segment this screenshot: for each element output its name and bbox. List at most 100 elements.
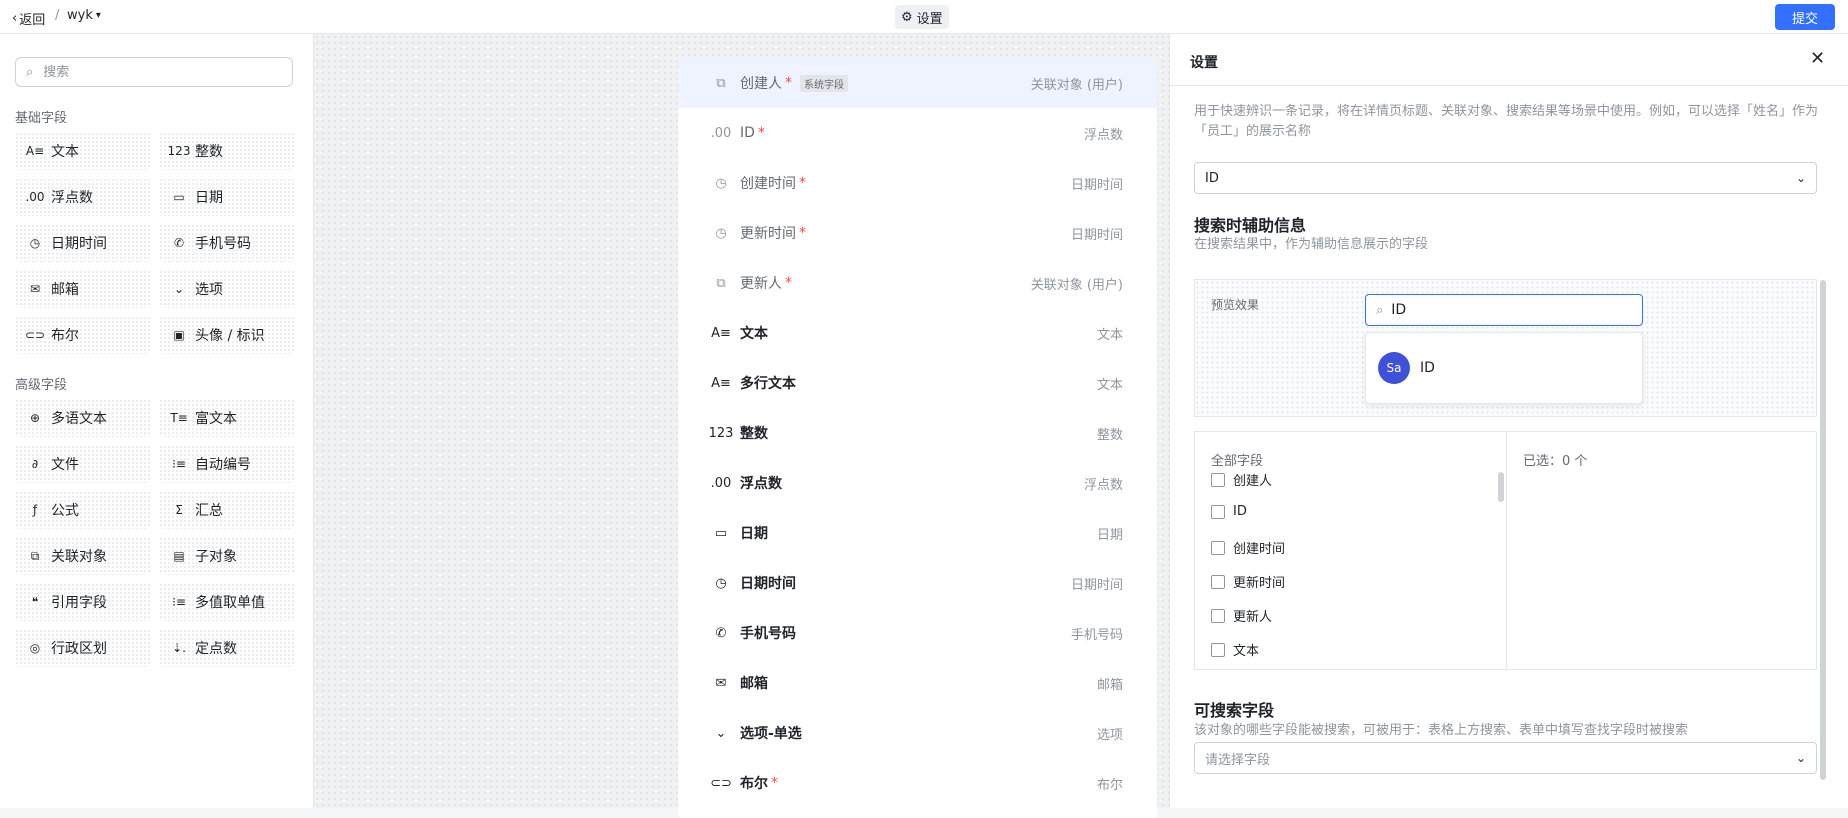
palette-item-label: 多值取单值	[195, 595, 265, 611]
breadcrumb-separator: /	[55, 8, 60, 23]
required-marker: *	[785, 275, 792, 291]
palette-item-label: 文本	[51, 144, 79, 160]
checkbox[interactable]	[1211, 540, 1225, 555]
tab-settings[interactable]: ⚙ 设置	[895, 5, 949, 29]
form-field-row[interactable]: ⊂⊃ 布尔 * 布尔	[678, 758, 1157, 808]
form-field-type: 浮点数	[1083, 477, 1123, 493]
form-field-row[interactable]: .00 浮点数 浮点数	[678, 458, 1157, 508]
form-field-row[interactable]: ⌄ 选项-单选 选项	[678, 708, 1157, 758]
form-field-name: 创建人	[740, 76, 782, 92]
form-field-type: 关联对象 (用户)	[1030, 77, 1123, 93]
link-object-icon: ⧉	[30, 548, 40, 563]
palette-item-label: 子对象	[195, 549, 237, 565]
text-icon: A≡	[25, 144, 45, 158]
palette-item[interactable]: ƒ 公式	[15, 491, 151, 529]
palette-item[interactable]: ⊂⊃ 布尔	[15, 316, 151, 354]
checkbox[interactable]	[1211, 504, 1225, 519]
form-field-row[interactable]: ✆ 手机号码 手机号码	[678, 608, 1157, 658]
palette-item[interactable]: ✉ 邮箱	[15, 270, 151, 308]
palette-item[interactable]: ▤ 子对象	[159, 537, 295, 575]
palette-item[interactable]: T≡ 富文本	[159, 399, 295, 437]
clock-icon: ◷	[715, 175, 727, 191]
palette-item[interactable]: ⌄ 选项	[159, 270, 295, 308]
avatar: Sa	[1378, 352, 1410, 384]
all-fields-label: 全部字段	[1211, 454, 1264, 469]
form-field-row[interactable]: ✉ 邮箱 邮箱	[678, 658, 1157, 708]
form-field-type: 手机号码	[1070, 627, 1123, 643]
form-field-row[interactable]: A≡ 多行文本 文本	[678, 358, 1157, 408]
form-field-row[interactable]: ⧉ 创建人 * 系统字段 关联对象 (用户)	[678, 58, 1157, 108]
palette-item[interactable]: ⧉ 关联对象	[15, 537, 151, 575]
palette-item[interactable]: ▭ 日期	[159, 178, 295, 216]
checkbox[interactable]	[1211, 472, 1225, 487]
field-checkbox-row[interactable]: ID	[1211, 504, 1247, 519]
checkbox[interactable]	[1211, 574, 1225, 589]
formula-icon: ƒ	[32, 503, 38, 517]
form-field-type: 整数	[1096, 427, 1123, 443]
palette-item-label: 定点数	[195, 641, 237, 657]
preview-result-item: Sa ID	[1365, 332, 1643, 404]
app-switcher[interactable]: wyk ▾	[67, 8, 101, 23]
form-field-type: 日期时间	[1070, 577, 1123, 593]
palette-item-label: 汇总	[195, 503, 223, 519]
back-label: 返回	[19, 13, 46, 28]
float-icon: .00	[25, 190, 45, 204]
form-field-row[interactable]: .00 ID * 浮点数	[678, 108, 1157, 158]
display-name-select[interactable]: ID ⌄	[1194, 162, 1817, 194]
required-marker: *	[799, 175, 806, 191]
field-transfer: 全部字段 创建人 ID 创建时间 更新时间 更新人 文本 已选：0 个	[1194, 431, 1817, 670]
form-field-row[interactable]: ◷ 日期时间 日期时间	[678, 558, 1157, 608]
back-link[interactable]: ‹ 返回	[12, 9, 45, 28]
palette-item[interactable]: ⁝≡ 多值取单值	[159, 583, 295, 621]
preview-search-input: ⌕ ID	[1365, 294, 1643, 326]
palette-item[interactable]: ∂ 文件	[15, 445, 151, 483]
checkbox[interactable]	[1211, 642, 1225, 657]
aux-info-title: 搜索时辅助信息	[1194, 216, 1307, 235]
field-palette-sidebar: ⌕ 基础字段 A≡ 文本 123 整数 .00 浮点数 ▭ 日期 ◷ 日期时间 ✆ 手机号码 ✉ 邮箱 ⌄ 选…	[0, 34, 314, 808]
palette-item[interactable]: ◷ 日期时间	[15, 224, 151, 262]
searchable-fields-select[interactable]: 请选择字段 ⌄	[1194, 742, 1817, 774]
palette-item[interactable]: ▣ 头像 / 标识	[159, 316, 295, 354]
field-checkbox-row[interactable]: 创建人	[1211, 470, 1272, 489]
palette-item[interactable]: Σ 汇总	[159, 491, 295, 529]
field-checkbox-row[interactable]: 更新人	[1211, 606, 1272, 625]
panel-scrollbar[interactable]	[1820, 280, 1826, 780]
display-name-desc: 用于快速辨识一条记录，将在详情页标题、关联对象、搜索结果等场景中使用。例如，可以…	[1194, 104, 1819, 139]
field-checkbox-row[interactable]: 创建时间	[1211, 538, 1285, 557]
list-icon: ⁝≡	[172, 595, 186, 609]
palette-item[interactable]: ⇣. 定点数	[159, 629, 295, 667]
palette-item[interactable]: ◎ 行政区划	[15, 629, 151, 667]
form-field-row[interactable]: ▭ 日期 日期	[678, 508, 1157, 558]
quote-icon: ❝	[31, 595, 39, 609]
form-field-row[interactable]: 123 整数 整数	[678, 408, 1157, 458]
form-field-row[interactable]: ◷ 创建时间 * 日期时间	[678, 158, 1157, 208]
palette-item[interactable]: ✆ 手机号码	[159, 224, 295, 262]
field-search-input[interactable]	[41, 63, 266, 81]
palette-item[interactable]: .00 浮点数	[15, 178, 151, 216]
palette-item[interactable]: ⊕ 多语文本	[15, 399, 151, 437]
palette-item[interactable]: A≡ 文本	[15, 132, 151, 170]
float-icon: .00	[710, 475, 732, 491]
form-field-name: 更新人	[740, 276, 782, 292]
form-field-row[interactable]: ◷ 更新时间 * 日期时间	[678, 208, 1157, 258]
sub-object-icon: ▤	[173, 549, 185, 563]
palette-item-label: 自动编号	[195, 457, 251, 473]
palette-item-label: 布尔	[51, 328, 79, 344]
field-checkbox-row[interactable]: 文本	[1211, 640, 1259, 659]
searchable-fields-title: 可搜索字段	[1194, 701, 1275, 720]
form-field-row[interactable]: ⧉ 更新人 * 关联对象 (用户)	[678, 258, 1157, 308]
field-search[interactable]: ⌕	[15, 57, 293, 87]
checkbox[interactable]	[1211, 608, 1225, 623]
transfer-scrollbar[interactable]	[1498, 472, 1504, 502]
field-checkbox-row[interactable]: 更新时间	[1211, 572, 1285, 591]
form-field-row[interactable]: A≡ 文本 文本	[678, 308, 1157, 358]
app-name: wyk	[67, 8, 93, 23]
palette-item-label: 整数	[195, 144, 223, 160]
palette-item-label: 行政区划	[51, 641, 107, 657]
close-icon[interactable]: ✕	[1810, 48, 1825, 69]
tab-settings-label: 设置	[916, 11, 943, 27]
palette-item[interactable]: ⁝≡ 自动编号	[159, 445, 295, 483]
palette-item[interactable]: 123 整数	[159, 132, 295, 170]
submit-button[interactable]: 提交	[1775, 4, 1835, 30]
palette-item[interactable]: ❝ 引用字段	[15, 583, 151, 621]
